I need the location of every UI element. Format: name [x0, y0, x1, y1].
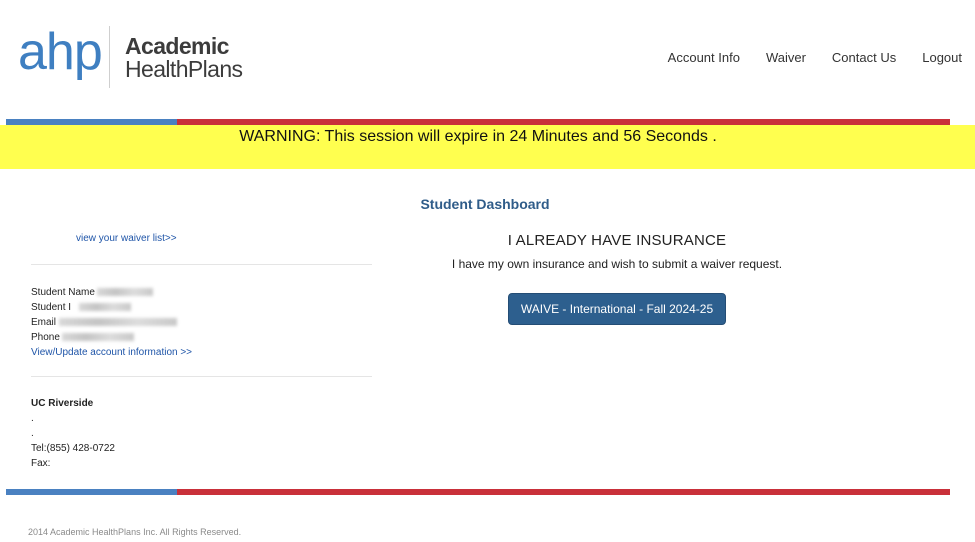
student-id-label: Student I [31, 302, 72, 313]
logo-mark: ahp [18, 23, 103, 81]
school-address-line-1: . [31, 413, 34, 424]
logo-wordmark: Academic HealthPlans [125, 33, 243, 82]
school-name: UC Riverside [31, 398, 94, 409]
stripe-blue [6, 489, 177, 495]
waive-button[interactable]: WAIVE - International - Fall 2024-25 [507, 293, 727, 325]
page-title: Student Dashboard [420, 196, 550, 212]
sidebar-divider [31, 264, 372, 265]
redacted-value [59, 318, 178, 327]
phone-row: Phone [31, 330, 192, 345]
insurance-heading: I ALREADY HAVE INSURANCE [507, 232, 727, 249]
logo-line-1: Academic [125, 33, 229, 59]
footer-stripe [6, 489, 950, 495]
footer-copyright: 2014 Academic HealthPlans Inc. All Right… [28, 527, 242, 537]
school-fax: Fax: [31, 458, 51, 469]
nav-logout[interactable]: Logout [922, 50, 962, 65]
school-phone: Tel:(855) 428-0722 [31, 443, 115, 454]
redacted-value [79, 303, 132, 312]
top-navigation: Account Info Waiver Contact Us Logout [668, 50, 962, 65]
student-name-label: Student Name [31, 287, 95, 298]
session-warning-banner: WARNING: This session will expire in 24 … [0, 125, 975, 169]
email-row: Email [31, 315, 192, 330]
redacted-value [61, 333, 134, 342]
school-address-line-2: . [31, 428, 34, 439]
stripe-red [177, 489, 950, 495]
insurance-subtext: I have my own insurance and wish to subm… [451, 257, 783, 271]
update-account-link[interactable]: View/Update account information >> [31, 347, 192, 358]
session-warning-text: WARNING: This session will expire in 24 … [239, 128, 717, 145]
email-label: Email [31, 317, 57, 328]
student-id-row: Student I [31, 300, 192, 315]
student-info: Student Name Student I Email Phone View/… [31, 285, 192, 360]
waiver-panel: I ALREADY HAVE INSURANCE I have my own i… [400, 230, 834, 325]
logo-divider [109, 26, 110, 88]
phone-label: Phone [31, 332, 60, 343]
view-waiver-list-link[interactable]: view your waiver list>> [76, 233, 177, 244]
nav-waiver[interactable]: Waiver [766, 50, 806, 65]
student-name-row: Student Name [31, 285, 192, 300]
redacted-value [96, 288, 153, 297]
school-contact: UC Riverside . . Tel:(855) 428-0722 Fax: [31, 396, 115, 471]
logo-line-2: HealthPlans [125, 56, 243, 82]
sidebar-divider [31, 376, 372, 377]
nav-contact-us[interactable]: Contact Us [832, 50, 896, 65]
nav-account-info[interactable]: Account Info [668, 50, 740, 65]
